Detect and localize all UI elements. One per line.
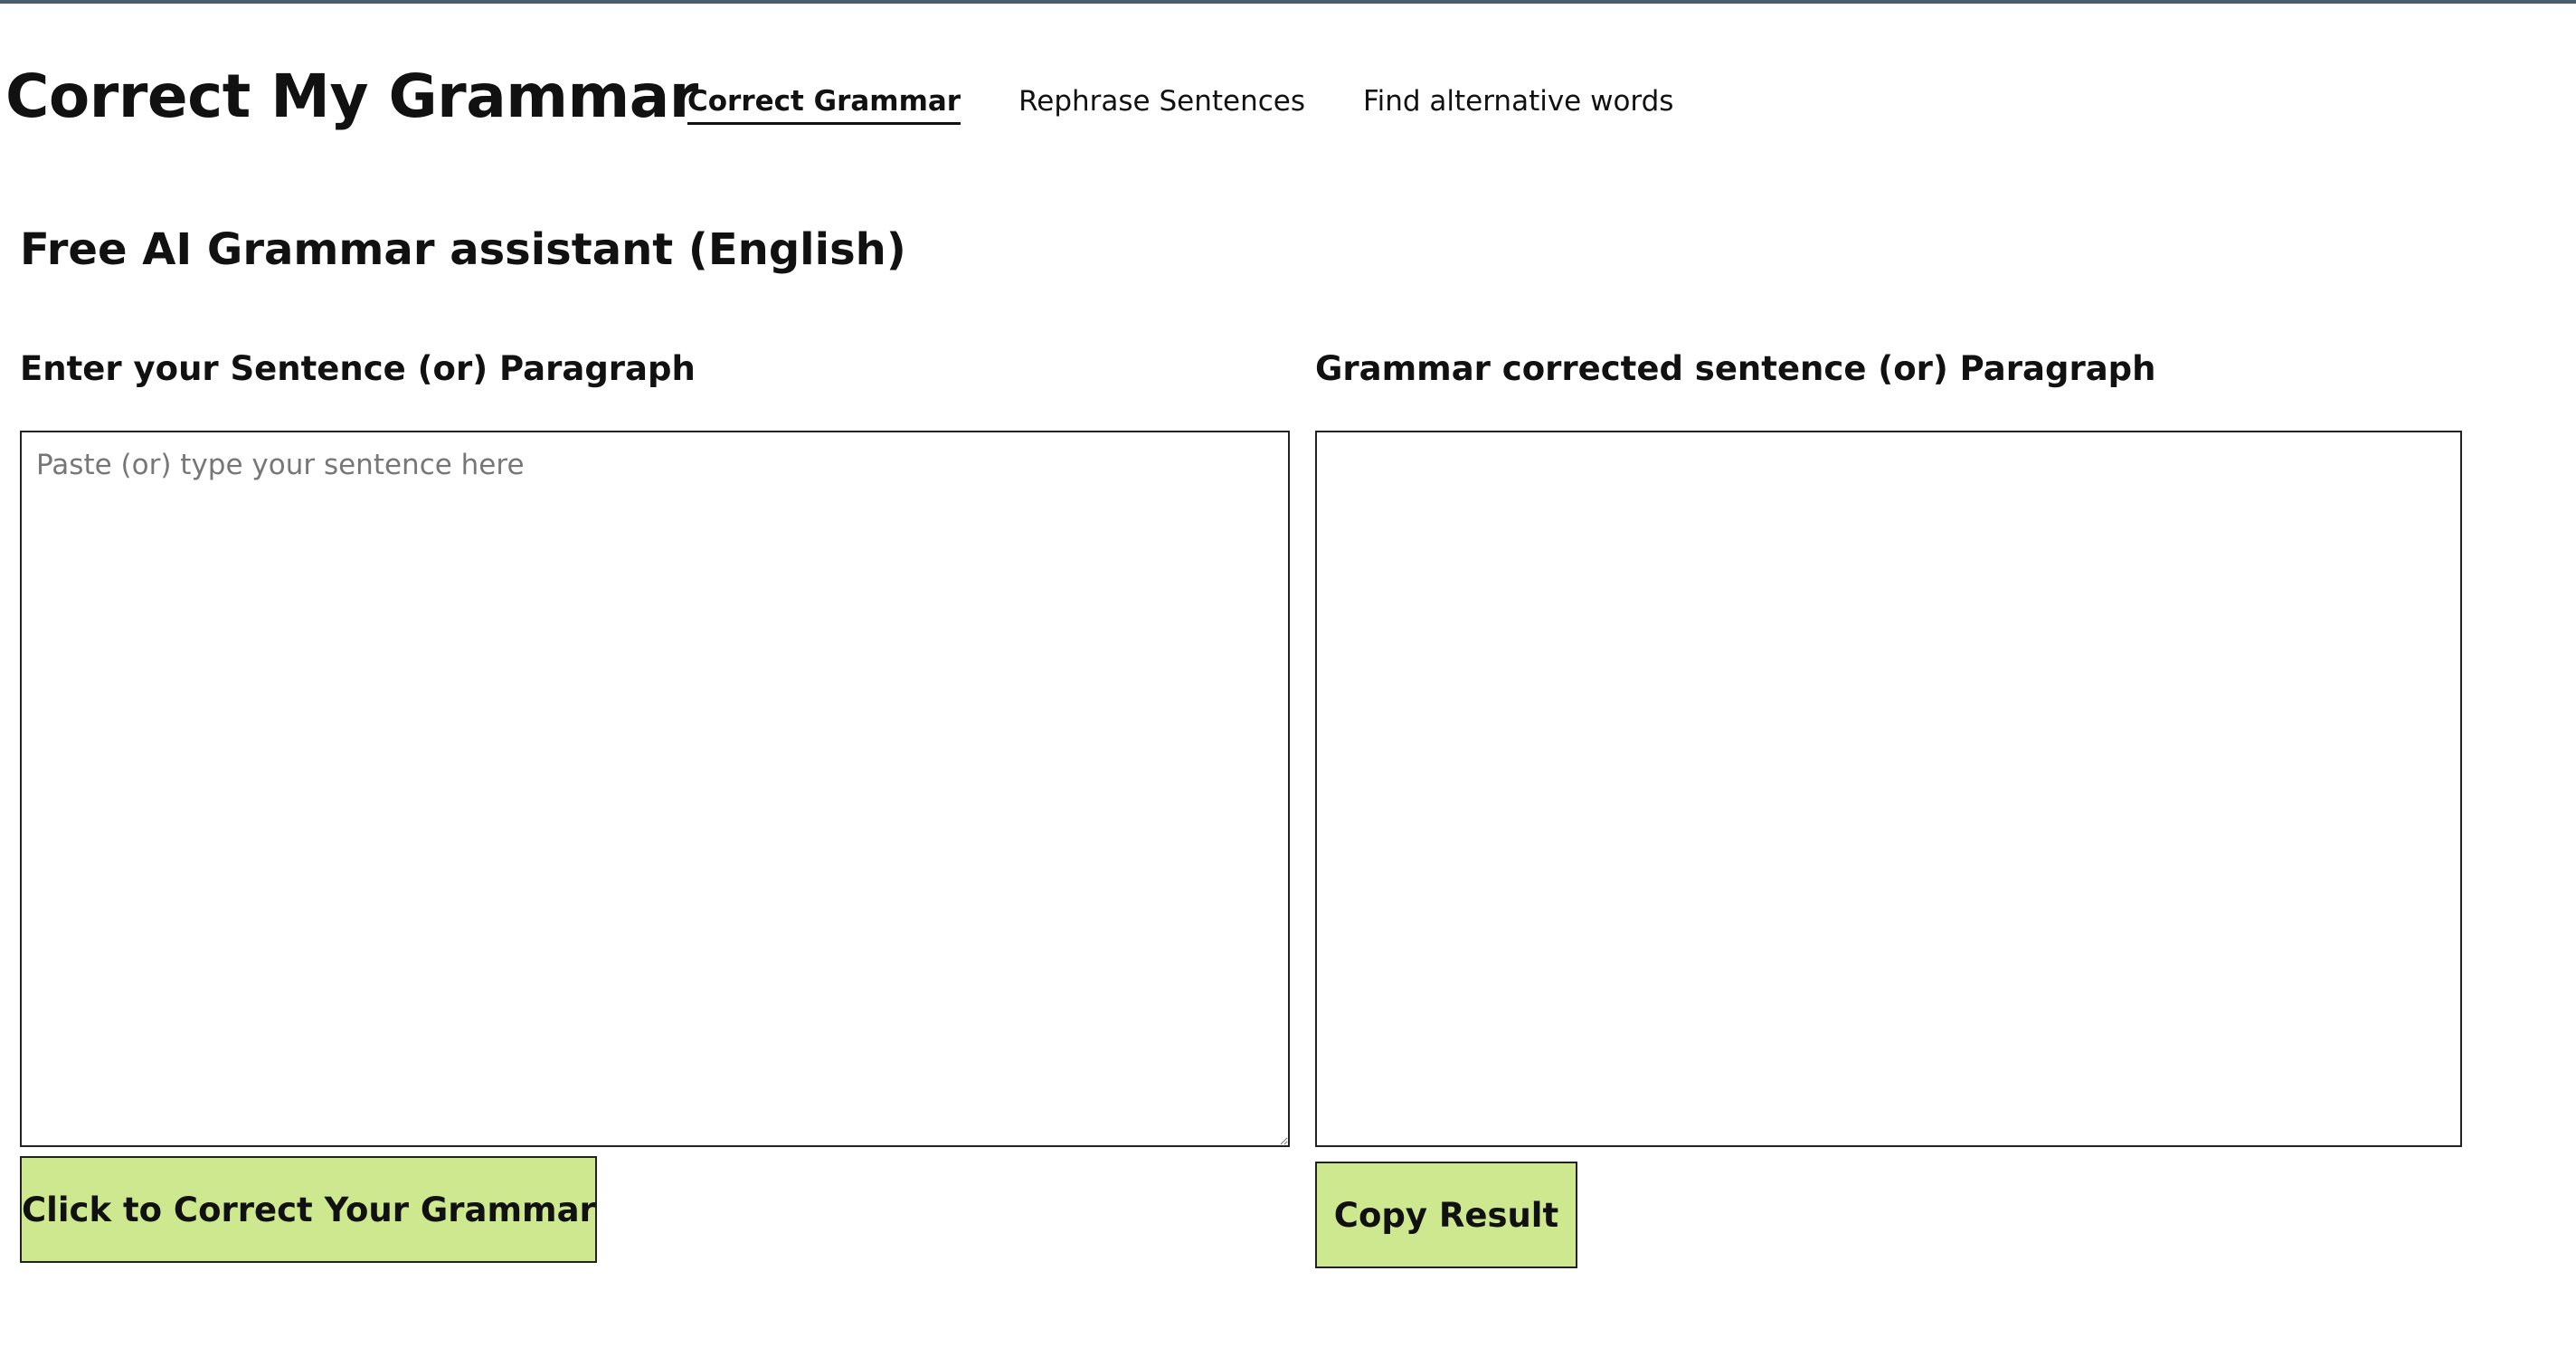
top-border-rule — [0, 0, 2576, 4]
correct-grammar-button[interactable]: Click to Correct Your Grammar — [20, 1156, 597, 1263]
corrected-output[interactable] — [1315, 431, 2462, 1147]
copy-result-button[interactable]: Copy Result — [1315, 1162, 1577, 1268]
input-label: Enter your Sentence (or) Paragraph — [20, 349, 696, 388]
sentence-input[interactable] — [20, 431, 1290, 1147]
main-nav: Correct Grammar Rephrase Sentences Find … — [687, 85, 1673, 126]
nav-correct-grammar[interactable]: Correct Grammar — [687, 85, 961, 126]
site-brand[interactable]: Correct My Grammar — [5, 67, 698, 127]
page-title: Free AI Grammar assistant (English) — [20, 224, 906, 275]
nav-find-alternative-words[interactable]: Find alternative words — [1363, 85, 1673, 122]
nav-rephrase-sentences[interactable]: Rephrase Sentences — [1018, 85, 1305, 122]
site-header: Correct My Grammar Correct Grammar Rephr… — [0, 58, 2576, 148]
output-label: Grammar corrected sentence (or) Paragrap… — [1315, 349, 2156, 388]
